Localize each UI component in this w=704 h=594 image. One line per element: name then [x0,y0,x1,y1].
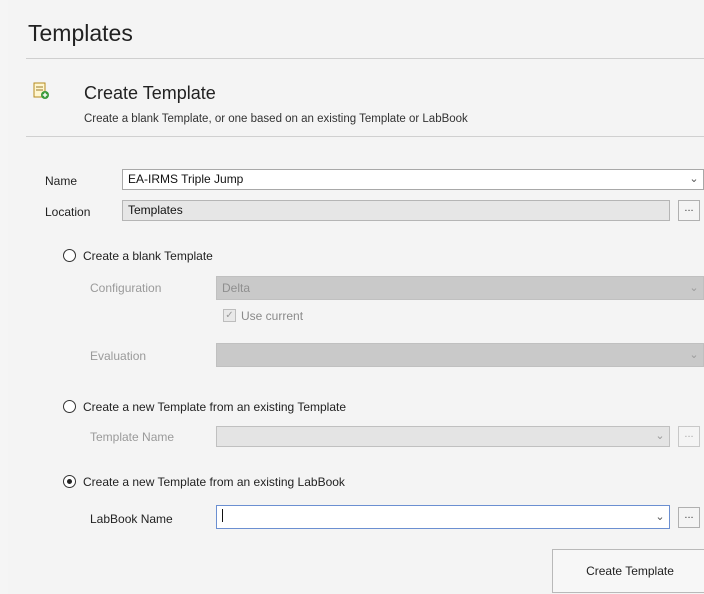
location-field: Templates [122,200,670,221]
create-template-button[interactable]: Create Template [552,549,704,593]
name-combobox[interactable]: EA-IRMS Triple Jump ⌄ [122,169,704,190]
section-title: Create Template [84,83,216,103]
labbook-name-label: LabBook Name [90,512,173,526]
title-divider [26,58,704,59]
location-value: Templates [128,203,183,217]
evaluation-combobox[interactable]: ⌄ [216,343,704,367]
text-caret [222,509,223,522]
labbook-name-combobox[interactable]: ⌄ [216,505,670,529]
evaluation-label: Evaluation [90,349,147,363]
name-label: Name [45,174,78,188]
blank-template-radio-label[interactable]: Create a blank Template [83,249,213,263]
chevron-down-icon[interactable]: ⌄ [654,427,666,446]
page-title: Templates [28,20,133,46]
blank-template-radio[interactable] [63,249,76,262]
template-add-icon [33,82,49,99]
configuration-label: Configuration [90,281,162,295]
template-name-combobox[interactable]: ⌄ [216,426,670,447]
labbook-name-browse-button[interactable]: ... [678,507,700,528]
use-current-label[interactable]: Use current [241,309,303,323]
from-labbook-radio[interactable] [63,475,76,488]
use-current-checkbox[interactable]: ✓ [223,309,236,322]
name-value: EA-IRMS Triple Jump [128,172,244,186]
templates-panel: Templates Create Template Create a blank… [8,0,704,594]
chevron-down-icon[interactable]: ⌄ [688,344,700,363]
from-labbook-radio-label[interactable]: Create a new Template from an existing L… [83,475,345,489]
chevron-down-icon[interactable]: ⌄ [654,506,666,525]
chevron-down-icon[interactable]: ⌄ [688,170,700,189]
from-template-radio-label[interactable]: Create a new Template from an existing T… [83,400,346,414]
configuration-value: Delta [222,281,251,295]
section-subtitle: Create a blank Template, or one based on… [84,113,468,125]
configuration-combobox[interactable]: Delta ⌄ [216,276,704,300]
from-template-radio[interactable] [63,400,76,413]
location-browse-button[interactable]: ... [678,200,700,221]
template-name-label: Template Name [90,430,175,444]
section-divider [26,136,704,137]
template-name-browse-button[interactable]: ... [678,426,700,447]
location-label: Location [45,205,91,219]
chevron-down-icon[interactable]: ⌄ [688,277,700,296]
